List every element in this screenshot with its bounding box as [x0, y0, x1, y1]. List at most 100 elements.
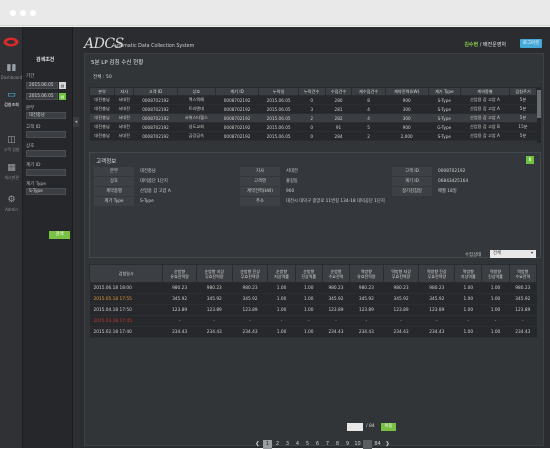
table-cell: 0 — [298, 131, 326, 141]
nav-label: 고객 검침 — [3, 147, 20, 152]
column-header[interactable]: 검침주기 — [509, 87, 537, 96]
window-dot-icon[interactable] — [20, 10, 26, 16]
window-dot-icon[interactable] — [30, 10, 36, 16]
column-header[interactable]: 역방향 수요전력 — [508, 264, 538, 283]
table-cell: 234.43 — [349, 326, 384, 338]
collapse-panel-icon[interactable]: ◂ — [73, 117, 79, 127]
column-header[interactable]: 본부 — [88, 87, 116, 96]
hq-select[interactable]: 대전충남 — [26, 112, 66, 119]
column-header[interactable]: 수집건수 — [324, 87, 353, 96]
page-link[interactable]: 2 — [273, 440, 282, 449]
column-header[interactable]: 계약전력(kW) — [384, 87, 429, 96]
table-row[interactable]: 대전충남 서대전 0008702192 트리엔대 0008702192 2015.06.0… — [89, 104, 537, 114]
column-header[interactable]: 상호 — [176, 87, 216, 96]
column-header[interactable]: 순방향 유효전력량 — [162, 264, 197, 283]
column-header[interactable]: 역방향 지상역률 — [454, 264, 483, 283]
table-row[interactable]: 대전충남 서대전 0008702192 맥스뭐예 0008702192 2015.06.0… — [89, 95, 537, 105]
column-header[interactable]: 재수집건수 — [351, 87, 386, 96]
column-header[interactable]: 고객 ID — [133, 87, 178, 96]
table-row[interactable]: 대전충남 서대전 0008702192 금강급속 0008702192 2015.06.0… — [89, 131, 537, 141]
column-header[interactable]: 누락일 — [258, 87, 299, 96]
table-row[interactable]: 2015.05.18 17:55 345.92 345.92 345.92 1.00 1.… — [89, 293, 537, 305]
page-link[interactable]: 6 — [313, 440, 322, 449]
window-dot-icon[interactable] — [10, 10, 16, 16]
scrollbar-thumb[interactable] — [537, 90, 541, 118]
logout-button[interactable]: 로그아웃 — [520, 39, 542, 48]
table-row[interactable]: 2015.03.18 17:45- - - - - - - - - - - - — [89, 315, 537, 327]
calendar-icon[interactable]: ▤ — [59, 82, 66, 89]
detail-label: 계약종별 — [94, 187, 134, 196]
table-cell: 0 — [298, 95, 326, 105]
table-cell: 15분 — [509, 122, 537, 132]
page-link[interactable]: 9 — [343, 440, 352, 449]
page-link[interactable]: 7 — [323, 440, 332, 449]
table-cell: 345.92 — [162, 293, 197, 305]
column-header[interactable]: 순방향 진상역률 — [294, 264, 323, 283]
nav-board[interactable]: ▦ 게시판관 — [0, 163, 23, 181]
column-header[interactable]: 지사 — [114, 87, 135, 96]
table-row[interactable]: 2015.02.18 17:40 234.43 234.43 234.43 1.00 1.… — [89, 326, 537, 338]
date-from-field[interactable]: 2015.06.05 — [26, 82, 58, 89]
column-header[interactable]: 순방향 지상 무효전력량 — [195, 264, 233, 283]
detail-label: 계기 Type — [94, 197, 134, 206]
column-header[interactable]: 순방향 진상 무효전력량 — [231, 264, 269, 283]
search-button[interactable]: 검색 — [49, 231, 70, 239]
page-link[interactable]: 1 — [263, 439, 272, 449]
customer-id-input[interactable] — [26, 131, 66, 138]
prev-page-icon[interactable]: ❮ — [253, 440, 262, 449]
nav-customer-meter[interactable]: ◫ 고객 검침 — [0, 135, 23, 153]
download-icon[interactable]: ⬇ — [526, 156, 534, 164]
column-header[interactable]: 순방향 수요전력 — [321, 264, 351, 283]
table-cell: 345.92 — [418, 293, 455, 305]
table-row[interactable]: 대전충남 서대전 0008702192 서위스타헬스 0008702192 2015.06… — [89, 113, 537, 123]
column-header[interactable]: 계약종별 — [459, 87, 511, 96]
table-row[interactable]: 대전충남 서대전 0008702192 성도교회 0008702192 2015.06.0… — [89, 122, 537, 132]
column-header[interactable]: 역방향 진상 무효전력량 — [418, 264, 456, 283]
page-link[interactable]: 4 — [293, 440, 302, 449]
logo-icon — [3, 37, 19, 47]
table-cell: 1.00 — [295, 282, 323, 294]
table-cell: 1.00 — [454, 304, 482, 316]
page-jump-input[interactable] — [347, 423, 363, 431]
table-row[interactable]: 2015.06.18 18:00 980.23 980.23 980.23 1.00 1.… — [89, 282, 537, 294]
table-cell: 123.89 — [349, 304, 384, 316]
column-header[interactable]: 순방향 지상역률 — [267, 264, 296, 283]
collect-status-select[interactable]: 전체 ▾ — [490, 250, 536, 258]
next-page-icon[interactable]: ❯ — [383, 440, 392, 449]
meter-type-select[interactable]: S-Type — [26, 188, 66, 195]
hq-label: 본부 — [26, 106, 35, 111]
column-header[interactable]: 역방향 유효전력량 — [349, 264, 384, 283]
column-header[interactable]: 계기 Type — [427, 87, 461, 96]
name-label: 상호 — [26, 144, 35, 149]
table-cell: 0008702192 — [215, 113, 259, 123]
meter-id-input[interactable] — [26, 169, 66, 176]
nav-meter-query[interactable]: ▭ 검침조회 — [0, 90, 23, 108]
nav-dashboard[interactable]: ▮▮ Dashboard — [0, 63, 23, 80]
table-cell: 대전충남 — [89, 113, 115, 123]
calendar-icon[interactable]: ▤ — [59, 93, 66, 100]
page-link[interactable]: 84 — [373, 440, 382, 449]
page-move-button[interactable]: 이동 — [381, 423, 396, 431]
list-scrollbar[interactable] — [537, 87, 541, 143]
page-link[interactable]: 8 — [333, 440, 342, 449]
column-header[interactable]: 역방향 진상역률 — [481, 264, 510, 283]
column-header[interactable]: 검침일시 — [88, 264, 164, 283]
name-input[interactable] — [26, 150, 66, 157]
page-link[interactable]: 3 — [283, 440, 292, 449]
page-link[interactable]: 10 — [353, 440, 362, 449]
table-cell: 980.23 — [232, 282, 268, 294]
table-cell: 234.43 — [509, 326, 537, 338]
page-link[interactable]: 5 — [303, 440, 312, 449]
table-cell: 123.89 — [383, 304, 419, 316]
nav-admin[interactable]: ⚙ Admin — [0, 195, 23, 212]
table-row[interactable]: 2015.04.18 17:50 123.89 123.89 123.89 1.00 1.… — [89, 304, 537, 316]
column-header[interactable]: 계기 ID — [214, 87, 260, 96]
table-cell: 980.23 — [196, 282, 233, 294]
column-header[interactable]: 역방향 지상 무효전력량 — [382, 264, 420, 283]
detail-value: 대전시 대덕구 중앙로 11번길 134-18 대덕공단 1단지 — [286, 199, 385, 204]
column-header[interactable]: 누락건수 — [297, 87, 326, 96]
date-to-field[interactable]: 2015.06.05 — [26, 93, 58, 100]
table-cell: 4 — [351, 104, 386, 114]
table-cell: 대전충남 — [89, 131, 115, 141]
table-cell: 맥스뭐예 — [177, 95, 216, 105]
